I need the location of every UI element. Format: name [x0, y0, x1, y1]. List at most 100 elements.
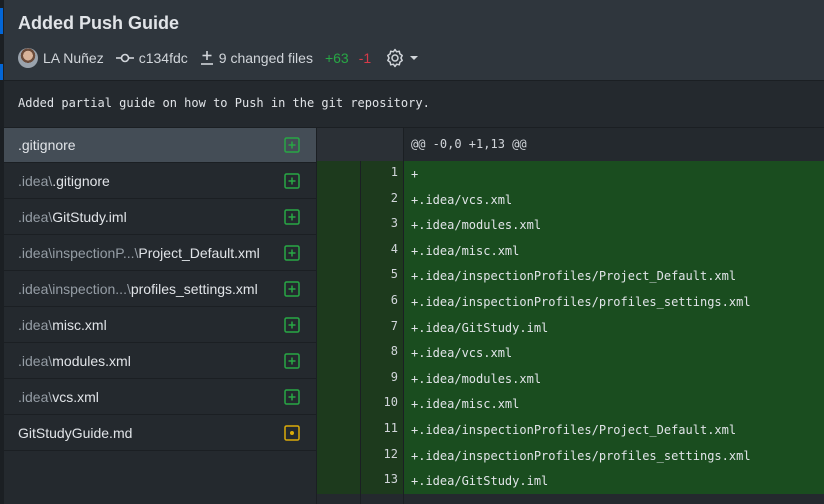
- diff-line: 1 +: [317, 161, 824, 187]
- file-path-prefix: .idea\: [18, 388, 53, 405]
- file-name: .gitignore: [52, 172, 110, 189]
- hunk-gutter: [317, 128, 403, 161]
- diff-line-code: +.idea/modules.xml: [404, 365, 824, 392]
- hunk-header: @@ -0,0 +1,13 @@: [411, 137, 527, 151]
- file-added-icon: [284, 208, 300, 225]
- file-list-item[interactable]: .idea\ vcs.xml: [4, 379, 316, 415]
- file-added-icon: [284, 280, 300, 297]
- diff-line: 5 +.idea/inspectionProfiles/Project_Defau…: [317, 263, 824, 289]
- diff-line-code: +.idea/inspectionProfiles/profiles_setti…: [404, 288, 824, 315]
- diff-line-code: +.idea/modules.xml: [404, 212, 824, 238]
- file-list-item[interactable]: .idea\ modules.xml: [4, 343, 316, 379]
- author[interactable]: LA Nuñez: [18, 48, 104, 68]
- commit-header: Added Push Guide LA Nuñez c134fdc 9 chan…: [4, 0, 824, 81]
- diff-line-code: +.idea/GitStudy.iml: [404, 314, 824, 341]
- old-line-number: [317, 212, 360, 238]
- old-line-number: [317, 314, 360, 341]
- file-list-item[interactable]: .idea\inspection...\ profiles_settings.xm…: [4, 271, 316, 307]
- new-line-number: 12: [361, 442, 403, 469]
- commit-title: Added Push Guide: [18, 13, 180, 33]
- additions-count: +63: [324, 50, 349, 66]
- diff-line: 13 +.idea/GitStudy.iml: [317, 468, 824, 494]
- old-line-number: [317, 391, 360, 417]
- diff-line-code: +.idea/misc.xml: [404, 237, 824, 264]
- deletions-count: -1: [358, 50, 372, 66]
- file-name: GitStudy.iml: [52, 208, 127, 225]
- file-name: misc.xml: [52, 316, 107, 333]
- new-line-number: 7: [361, 314, 403, 341]
- file-added-icon: [284, 316, 300, 333]
- commit-meta: LA Nuñez c134fdc 9 changed files +63 -1: [18, 46, 420, 70]
- old-line-number: [317, 263, 360, 289]
- author-name: LA Nuñez: [43, 50, 104, 66]
- new-line-number: 11: [361, 416, 403, 443]
- changed-file-list: .gitignore .idea\ .gitignore .idea\ GitStudy…: [4, 128, 317, 504]
- file-added-icon: [284, 388, 300, 405]
- diff-line-code: +.idea/inspectionProfiles/Project_Defaul…: [404, 263, 824, 289]
- diff-line: 8 +.idea/vcs.xml: [317, 340, 824, 366]
- changed-files: 9 changed files: [200, 50, 313, 66]
- old-line-number: [317, 468, 360, 494]
- old-line-number: [317, 186, 360, 213]
- diff-line-code: +.idea/GitStudy.iml: [404, 468, 824, 494]
- file-added-icon: [284, 244, 300, 261]
- file-added-icon: [284, 137, 300, 153]
- new-line-number: 6: [361, 288, 403, 315]
- file-name: modules.xml: [52, 352, 131, 369]
- new-line-number: 3: [361, 212, 403, 238]
- gear-icon: [387, 48, 404, 68]
- new-line-number: 9: [361, 365, 403, 392]
- diff-line: 2 +.idea/vcs.xml: [317, 186, 824, 213]
- old-line-number: [317, 237, 360, 264]
- diff-line-code: +: [404, 161, 824, 187]
- file-path-prefix: .idea\: [18, 172, 53, 189]
- diff-line: 4 +.idea/misc.xml: [317, 237, 824, 264]
- file-name: profiles_settings.xml: [130, 280, 258, 297]
- diff-line: 6 +.idea/inspectionProfiles/profiles_sett…: [317, 288, 824, 315]
- commit-message: Added partial guide on how to Push in th…: [18, 96, 430, 110]
- old-line-number: [317, 340, 360, 366]
- diff-line: 12 +.idea/inspectionProfiles/profiles_set…: [317, 442, 824, 469]
- file-name: GitStudyGuide.md: [18, 424, 133, 441]
- file-list-item[interactable]: .gitignore: [4, 128, 316, 163]
- file-name: Project_Default.xml: [138, 244, 260, 261]
- diff-line: 3 +.idea/modules.xml: [317, 212, 824, 238]
- commit-sha[interactable]: c134fdc: [115, 50, 188, 66]
- diff-line-code: +.idea/misc.xml: [404, 391, 824, 417]
- file-name: .gitignore: [18, 137, 76, 153]
- commit-icon: [115, 53, 134, 63]
- diff-view: @@ -0,0 +1,13 @@ 1 +2 +.idea/vcs.xml 3 +.ide…: [317, 128, 824, 504]
- diff-line: 11 +.idea/inspectionProfiles/Project_Defa…: [317, 416, 824, 443]
- diff-line-code: +.idea/inspectionProfiles/Project_Defaul…: [404, 416, 824, 443]
- new-line-number: 2: [361, 186, 403, 213]
- diff-lines: 1 +2 +.idea/vcs.xml 3 +.idea/modules.xml 4 +.i…: [317, 161, 824, 494]
- left-accent: [0, 64, 3, 80]
- settings-button[interactable]: [385, 48, 420, 68]
- diff-line-code: +.idea/vcs.xml: [404, 186, 824, 213]
- new-line-number: 13: [361, 468, 403, 494]
- file-list-item[interactable]: .idea\inspectionP...\ Project_Default.xml: [4, 235, 316, 271]
- file-list-item[interactable]: GitStudyGuide.md: [4, 415, 316, 451]
- changed-files-text: 9 changed files: [218, 50, 313, 66]
- diff-line: 10 +.idea/misc.xml: [317, 391, 824, 417]
- new-line-number: 4: [361, 237, 403, 264]
- file-added-icon: [284, 352, 300, 369]
- file-list-item[interactable]: .idea\ .gitignore: [4, 163, 316, 199]
- file-modified-icon: [284, 424, 300, 441]
- file-list-item[interactable]: .idea\ GitStudy.iml: [4, 199, 316, 235]
- file-path-prefix: .idea\inspection...\: [18, 280, 131, 297]
- file-list-item[interactable]: .idea\ misc.xml: [4, 307, 316, 343]
- diff-line: 7 +.idea/GitStudy.iml: [317, 314, 824, 341]
- diff-line: 9 +.idea/modules.xml: [317, 365, 824, 392]
- new-line-number: 8: [361, 340, 403, 366]
- file-path-prefix: .idea\: [18, 208, 53, 225]
- diff-line-code: +.idea/inspectionProfiles/profiles_setti…: [404, 442, 824, 469]
- file-added-icon: [284, 172, 300, 189]
- file-path-prefix: .idea\inspectionP...\: [18, 244, 139, 261]
- left-accent: [0, 8, 3, 34]
- commit-message-bar: Added partial guide on how to Push in th…: [4, 81, 824, 128]
- file-path-prefix: .idea\: [18, 352, 53, 369]
- chevron-down-icon: [410, 56, 419, 60]
- file-path-prefix: .idea\: [18, 316, 53, 333]
- new-line-number: 10: [361, 391, 403, 417]
